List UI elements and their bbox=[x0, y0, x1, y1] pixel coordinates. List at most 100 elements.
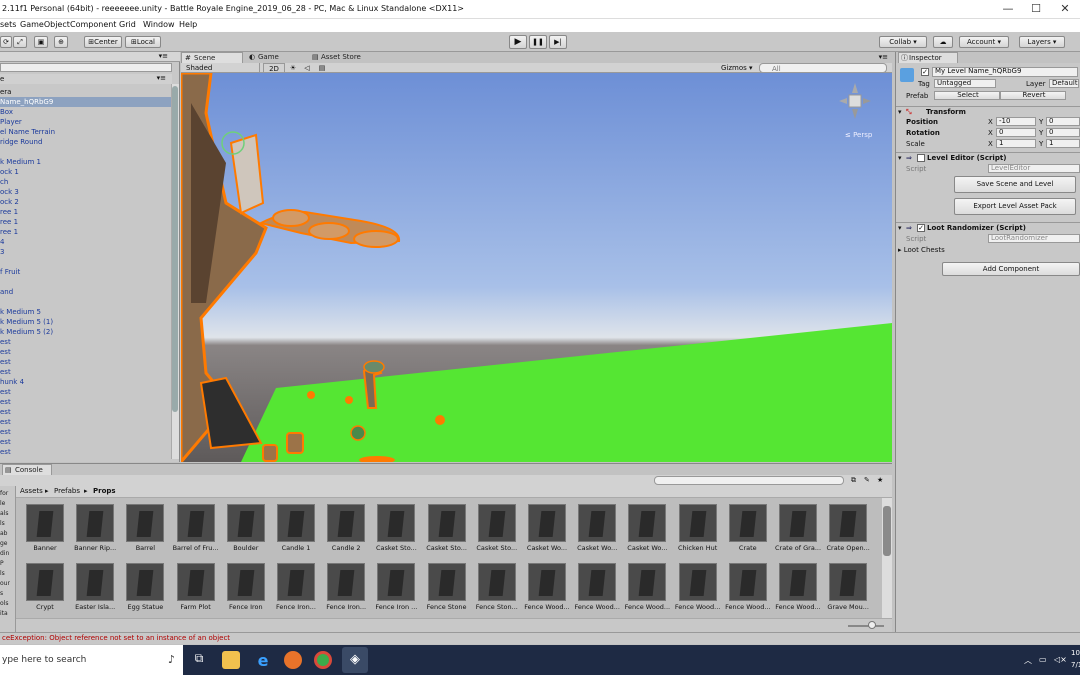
account-button[interactable]: Account ▾ bbox=[959, 36, 1009, 48]
hierarchy-item[interactable]: era bbox=[0, 87, 172, 97]
scene-menu-icon[interactable]: ▾≡ bbox=[157, 74, 166, 82]
network-icon[interactable]: ▭ bbox=[1039, 655, 1047, 664]
folder-tree-item[interactable]: ls bbox=[0, 570, 5, 577]
project-search-input[interactable] bbox=[654, 476, 844, 485]
asset-item[interactable]: Farm Plot bbox=[167, 557, 217, 613]
hierarchy-item[interactable]: est bbox=[0, 357, 172, 367]
asset-item[interactable]: Candle 2 bbox=[317, 498, 367, 554]
asset-item[interactable]: Boulder bbox=[217, 498, 267, 554]
filter-label-icon[interactable]: ✎ bbox=[864, 476, 870, 484]
clock-time[interactable]: 10: bbox=[1071, 649, 1080, 657]
pivot-center-button[interactable]: ⊞Center bbox=[84, 36, 122, 48]
loot-chests-foldout[interactable]: ▸ Loot Chests bbox=[898, 246, 945, 254]
rotate-tool-icon[interactable]: ⟳ bbox=[0, 36, 12, 48]
branch-log-2[interactable] bbox=[308, 222, 350, 240]
unity-taskbar-icon[interactable]: ◈ bbox=[342, 647, 368, 673]
asset-item[interactable]: Crypt bbox=[16, 557, 66, 613]
layers-button[interactable]: Layers ▾ bbox=[1019, 36, 1065, 48]
maximize-button[interactable]: ☐ bbox=[1024, 2, 1048, 16]
folder-tree-item[interactable]: our bbox=[0, 580, 10, 587]
hierarchy-item[interactable]: 3 bbox=[0, 247, 172, 257]
asset-scroll-thumb[interactable] bbox=[883, 506, 891, 556]
hierarchy-item[interactable]: k Medium 5 (2) bbox=[0, 327, 172, 337]
menu-window[interactable]: Window bbox=[143, 20, 175, 29]
filter-type-icon[interactable]: ⧉ bbox=[851, 476, 856, 485]
hierarchy-item[interactable]: ock 2 bbox=[0, 197, 172, 207]
asset-item[interactable]: Grave Mou... bbox=[819, 557, 869, 613]
asset-item[interactable]: Barrel of Fru... bbox=[167, 498, 219, 554]
hierarchy-item[interactable]: and bbox=[0, 287, 172, 297]
layer-dropdown[interactable]: Default bbox=[1049, 79, 1079, 88]
hierarchy-item[interactable]: est bbox=[0, 447, 172, 457]
folder-tree-item[interactable]: s bbox=[0, 590, 3, 597]
hierarchy-item[interactable]: ock 1 bbox=[0, 167, 172, 177]
asset-item[interactable]: Egg Statue bbox=[116, 557, 166, 613]
breadcrumb-prefabs[interactable]: Prefabs bbox=[54, 487, 80, 495]
bush[interactable] bbox=[350, 425, 366, 441]
file-explorer-icon[interactable] bbox=[222, 651, 240, 669]
hierarchy-item[interactable]: ree 1 bbox=[0, 217, 172, 227]
scene-search-input[interactable]: All bbox=[759, 63, 887, 73]
asset-item[interactable]: Fence Iron... bbox=[267, 557, 317, 613]
hierarchy-item[interactable]: est bbox=[0, 347, 172, 357]
folder-tree-item[interactable]: for bbox=[0, 490, 8, 497]
asset-item[interactable]: Chicken Hut bbox=[669, 498, 719, 554]
gizmos-dropdown[interactable]: Gizmos ▾ bbox=[721, 63, 755, 73]
add-component-button[interactable]: Add Component bbox=[942, 262, 1080, 276]
asset-item[interactable]: Fence Wood... bbox=[719, 557, 771, 613]
hierarchy-item[interactable]: ridge Round bbox=[0, 137, 172, 147]
volume-icon[interactable]: ◁× bbox=[1054, 655, 1067, 664]
firefox-icon[interactable] bbox=[284, 651, 302, 669]
hierarchy-item[interactable]: Name_hQRbG9 bbox=[0, 97, 172, 107]
asset-item[interactable]: Casket Sto... bbox=[418, 498, 468, 554]
hierarchy-item[interactable]: el Name Terrain bbox=[0, 127, 172, 137]
menu-grid[interactable]: Grid bbox=[119, 20, 136, 29]
loot-randomizer-enabled-checkbox[interactable]: ✓ bbox=[917, 224, 925, 232]
mode-2d-toggle[interactable]: 2D bbox=[263, 63, 285, 73]
asset-item[interactable]: Casket Sto... bbox=[468, 498, 518, 554]
edge-icon[interactable]: e bbox=[254, 651, 272, 670]
asset-item[interactable]: Fence Wood... bbox=[769, 557, 821, 613]
audio-icon[interactable]: ◁ bbox=[301, 63, 313, 73]
hierarchy-item[interactable] bbox=[0, 147, 172, 157]
asset-item[interactable]: Fence Iron bbox=[217, 557, 267, 613]
barrel-1[interactable] bbox=[262, 444, 278, 462]
position-y-field[interactable]: 0 bbox=[1046, 117, 1080, 126]
asset-item[interactable]: Crate Open... bbox=[819, 498, 870, 554]
tab-asset-store[interactable]: ▤ Asset Store bbox=[309, 52, 389, 63]
level-editor-enabled-checkbox[interactable] bbox=[917, 154, 925, 162]
folder-tree-item[interactable]: als bbox=[0, 510, 8, 517]
hierarchy-item[interactable]: ch bbox=[0, 177, 172, 187]
folder-tree-item[interactable]: ols bbox=[0, 600, 8, 607]
lighting-icon[interactable]: ☀ bbox=[287, 63, 299, 73]
transform-header[interactable]: ▾ ⤡ Transform bbox=[896, 106, 1080, 117]
asset-item[interactable]: Banner bbox=[16, 498, 66, 554]
error-message[interactable]: ceException: Object reference not set to… bbox=[2, 634, 230, 642]
menu-assets[interactable]: sets bbox=[0, 20, 16, 29]
asset-item[interactable]: Easter Isla... bbox=[66, 557, 116, 613]
loot-randomizer-header[interactable]: ▾ ⇒ ✓ Loot Randomizer (Script) bbox=[896, 222, 1080, 233]
asset-item[interactable]: Fence Iron... bbox=[317, 557, 367, 613]
hierarchy-item[interactable]: k Medium 5 (1) bbox=[0, 317, 172, 327]
signpost-top[interactable] bbox=[363, 360, 385, 374]
hierarchy-item[interactable]: ree 1 bbox=[0, 227, 172, 237]
microphone-icon[interactable]: ♪ bbox=[168, 653, 175, 666]
save-scene-and-level-button[interactable]: Save Scene and Level bbox=[954, 176, 1076, 193]
taskbar-search-box[interactable]: ype here to search ♪ bbox=[0, 645, 183, 675]
asset-item[interactable]: Crate bbox=[719, 498, 769, 554]
hierarchy-search-input[interactable] bbox=[0, 63, 172, 72]
hierarchy-item[interactable]: 4 bbox=[0, 237, 172, 247]
rect-tool-icon[interactable]: ▣ bbox=[34, 36, 48, 48]
asset-item[interactable]: Casket Sto... bbox=[367, 498, 417, 554]
tray-chevron-icon[interactable]: ︿ bbox=[1024, 655, 1032, 666]
hierarchy-item[interactable] bbox=[0, 297, 172, 307]
close-button[interactable]: ✕ bbox=[1053, 2, 1077, 16]
hierarchy-item[interactable]: est bbox=[0, 387, 172, 397]
favorite-icon[interactable]: ★ bbox=[877, 476, 883, 484]
asset-item[interactable]: Fence Wood... bbox=[518, 557, 570, 613]
asset-item[interactable]: Casket Wo... bbox=[618, 498, 668, 554]
prop-orb-1[interactable] bbox=[307, 391, 315, 399]
rotation-x-field[interactable]: 0 bbox=[996, 128, 1036, 137]
effects-icon[interactable]: ▤ bbox=[315, 63, 329, 73]
hierarchy-item[interactable]: ock 3 bbox=[0, 187, 172, 197]
